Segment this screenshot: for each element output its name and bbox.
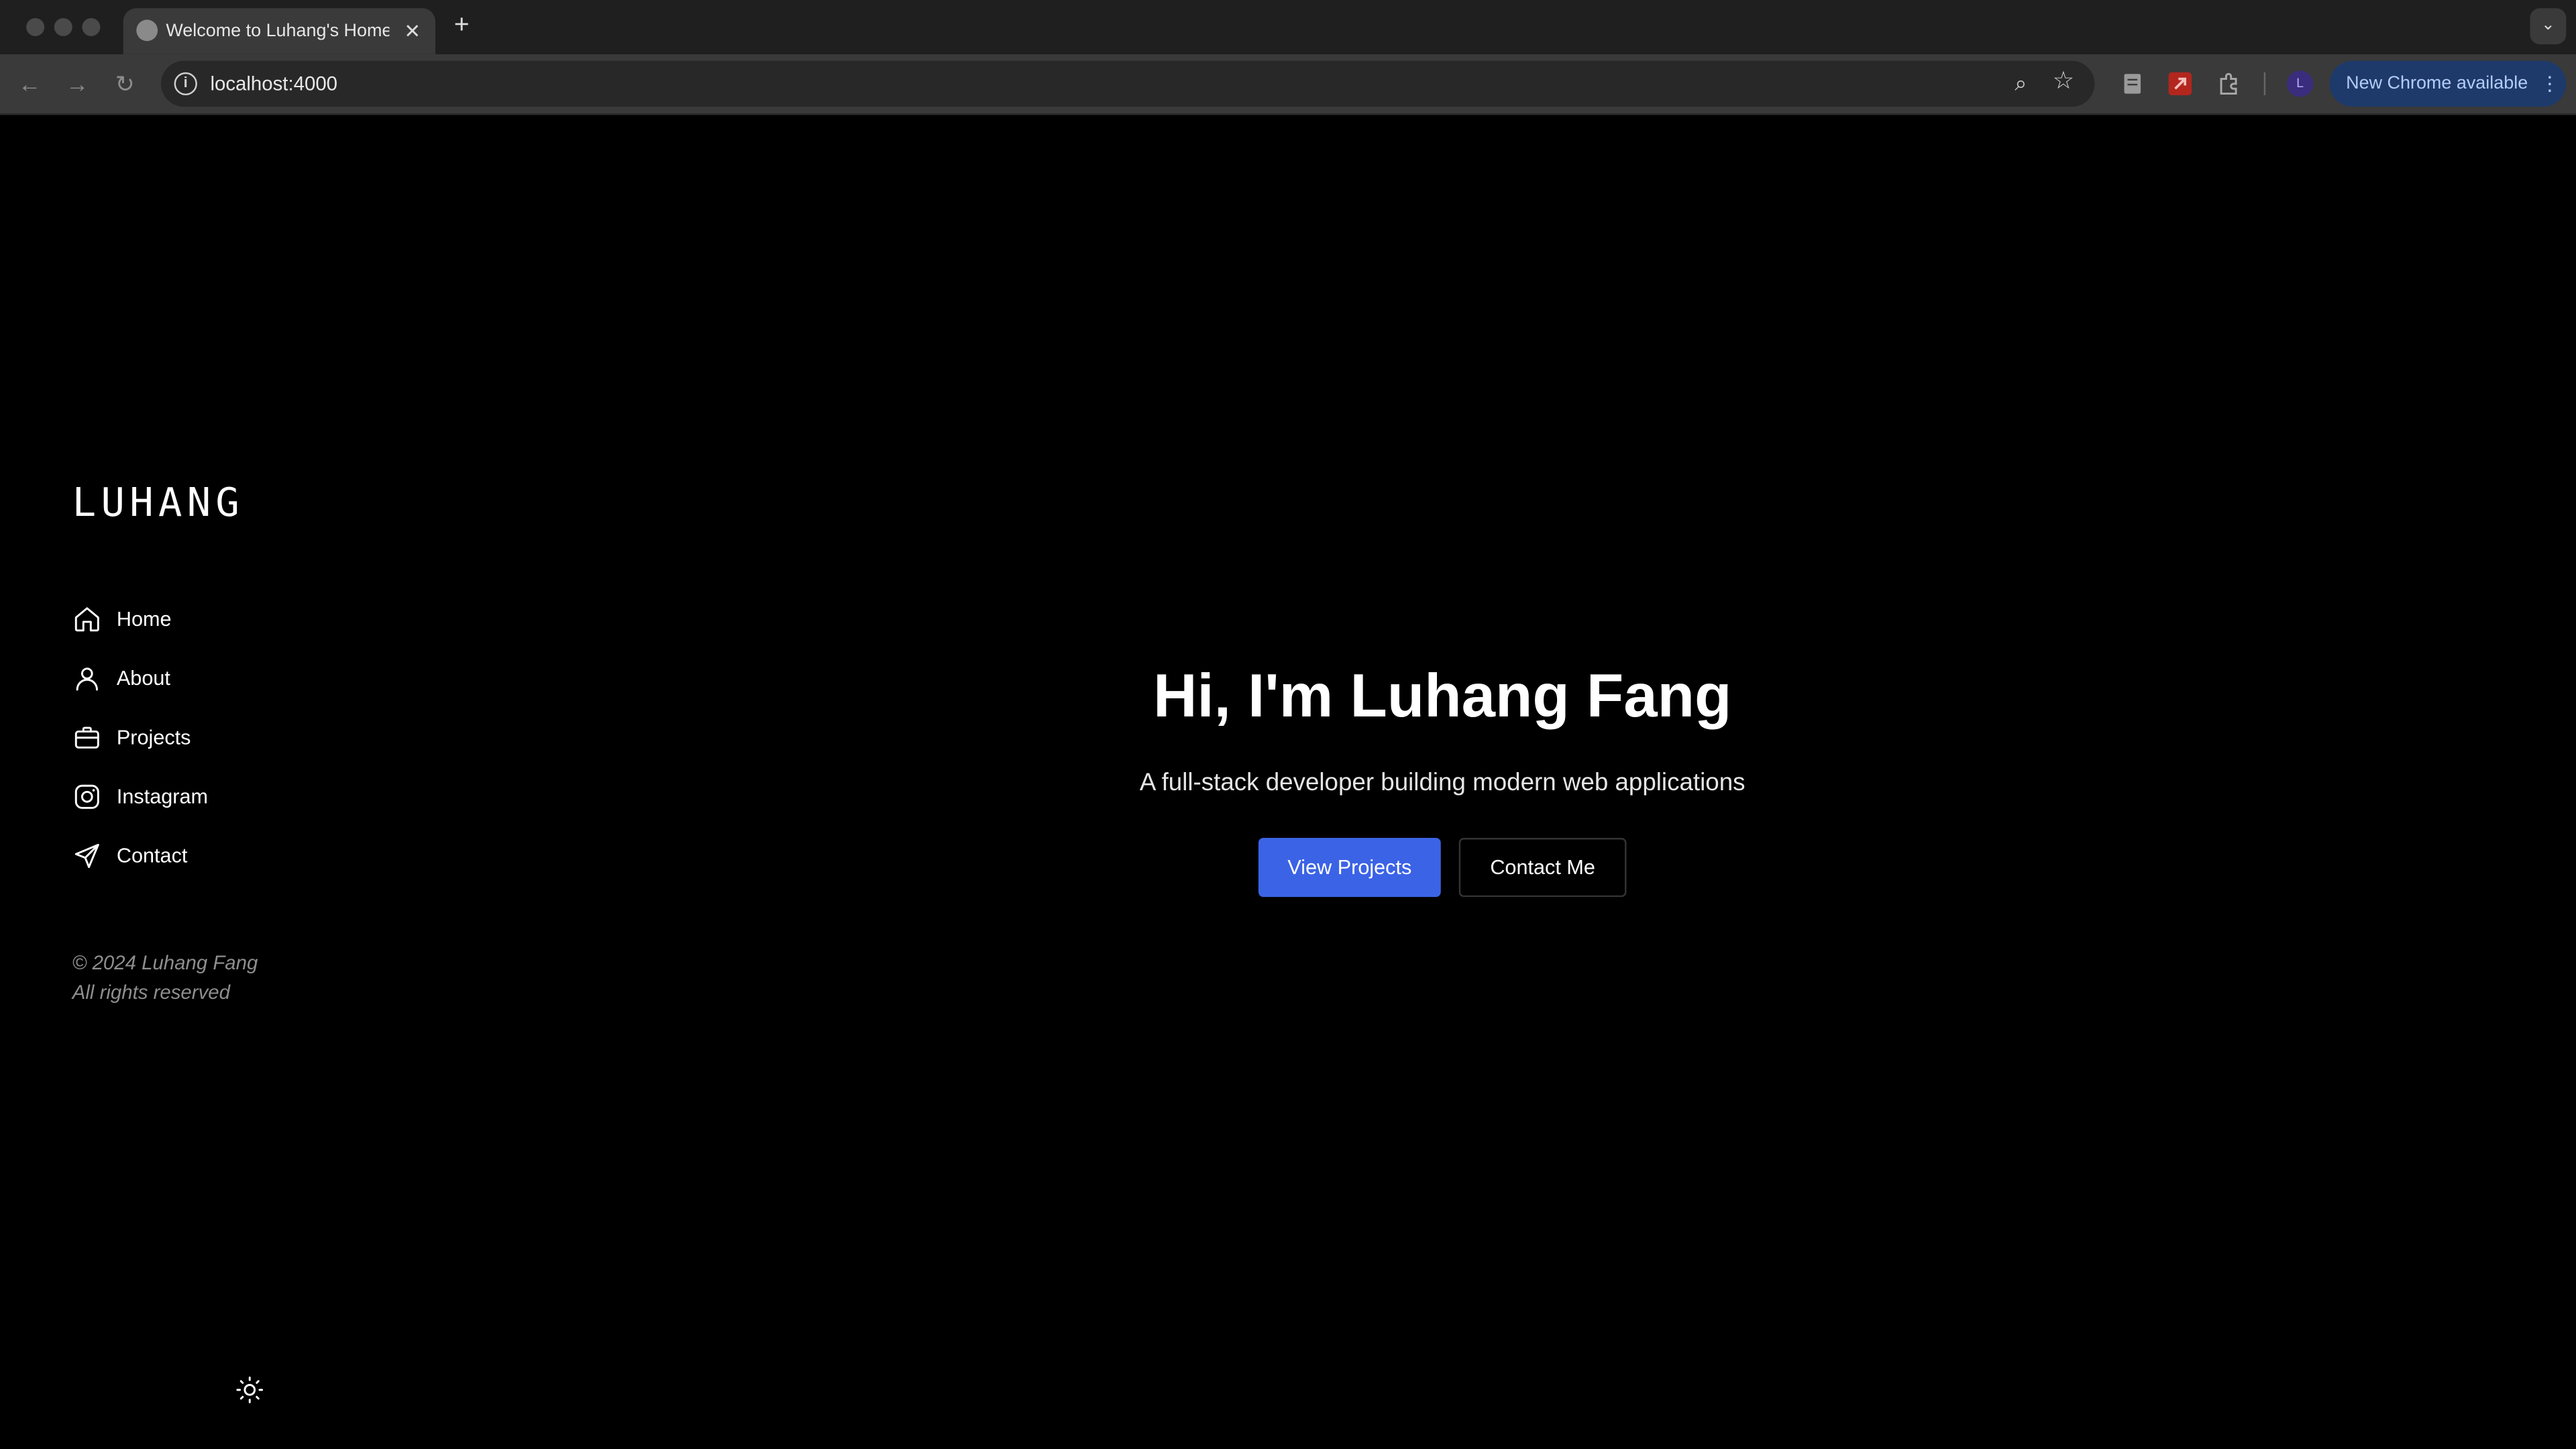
browser-titlebar: Welcome to Luhang's Homepage ✕ + ⌄ bbox=[0, 0, 2576, 54]
puzzle-extensions-icon[interactable] bbox=[2216, 70, 2243, 97]
site-logo[interactable]: LUHANG bbox=[72, 478, 244, 527]
back-arrow-icon[interactable]: ← bbox=[15, 69, 44, 99]
briefcase-icon bbox=[74, 727, 99, 749]
globe-icon bbox=[136, 19, 158, 42]
chrome-update-button[interactable]: New Chrome available ⋮ bbox=[2329, 60, 2567, 107]
arrow-extension-icon[interactable] bbox=[2167, 70, 2193, 97]
nav-item-projects[interactable]: Projects bbox=[72, 720, 303, 756]
rights-line: All rights reserved bbox=[72, 981, 230, 1004]
copyright-notice: © 2024 Luhang Fang All rights reserved bbox=[72, 948, 401, 1007]
address-bar[interactable]: i localhost:4000 ⌕ ☆ bbox=[161, 60, 2095, 107]
contact-me-button[interactable]: Contact Me bbox=[1458, 837, 1627, 898]
send-icon bbox=[74, 843, 99, 868]
screen: Welcome to Luhang's Homepage ✕ + ⌄ ← → ↻… bbox=[0, 0, 2576, 1449]
nav-item-instagram[interactable]: Instagram bbox=[72, 779, 303, 815]
instagram-icon bbox=[74, 784, 99, 809]
bookmark-star-icon[interactable]: ☆ bbox=[2050, 68, 2076, 95]
user-icon bbox=[76, 667, 98, 691]
nav-label-instagram: Instagram bbox=[116, 785, 209, 808]
view-projects-button[interactable]: View Projects bbox=[1258, 837, 1441, 898]
nav-label-about: About bbox=[116, 667, 170, 690]
profile-avatar[interactable]: L bbox=[2287, 70, 2314, 97]
home-icon bbox=[74, 607, 99, 632]
window-zoom-light[interactable] bbox=[82, 17, 101, 36]
kebab-menu-icon[interactable]: ⋮ bbox=[2540, 70, 2559, 97]
hero-title: Hi, I'm Luhang Fang bbox=[1153, 661, 1732, 730]
browser-tab-active[interactable]: Welcome to Luhang's Homepage ✕ bbox=[123, 8, 435, 54]
zoom-icon[interactable]: ⌕ bbox=[2008, 70, 2034, 97]
nav-item-about[interactable]: About bbox=[72, 660, 303, 696]
document-extension-icon[interactable] bbox=[2119, 70, 2145, 97]
sun-icon[interactable] bbox=[235, 1375, 264, 1405]
nav-label-home: Home bbox=[116, 608, 172, 631]
toolbar-separator bbox=[2263, 72, 2266, 96]
reload-icon[interactable]: ↻ bbox=[110, 69, 140, 99]
nav-item-home[interactable]: Home bbox=[72, 601, 303, 637]
window-close-light[interactable] bbox=[26, 17, 45, 36]
window-minimize-light[interactable] bbox=[54, 17, 72, 36]
nav-label-contact: Contact bbox=[116, 844, 188, 868]
copyright-line: © 2024 Luhang Fang bbox=[72, 951, 258, 975]
hero-subtitle: A full-stack developer building modern w… bbox=[1139, 769, 1746, 797]
page-viewport: LUHANG Home About Projects Instagram Con… bbox=[0, 116, 2576, 1449]
tab-close-icon[interactable]: ✕ bbox=[399, 18, 425, 44]
tab-search-button[interactable]: ⌄ bbox=[2530, 8, 2567, 45]
chrome-update-label: New Chrome available bbox=[2346, 74, 2528, 94]
site-info-icon[interactable]: i bbox=[174, 72, 197, 96]
tab-title: Welcome to Luhang's Homepage bbox=[166, 21, 390, 42]
browser-toolbar: ← → ↻ i localhost:4000 ⌕ ☆ L New Chrome … bbox=[0, 54, 2576, 115]
nav-item-contact[interactable]: Contact bbox=[72, 838, 303, 874]
forward-arrow-icon[interactable]: → bbox=[62, 69, 92, 99]
nav-label-projects: Projects bbox=[116, 726, 191, 749]
new-tab-button[interactable]: + bbox=[447, 11, 476, 41]
address-bar-url[interactable]: localhost:4000 bbox=[210, 70, 337, 97]
